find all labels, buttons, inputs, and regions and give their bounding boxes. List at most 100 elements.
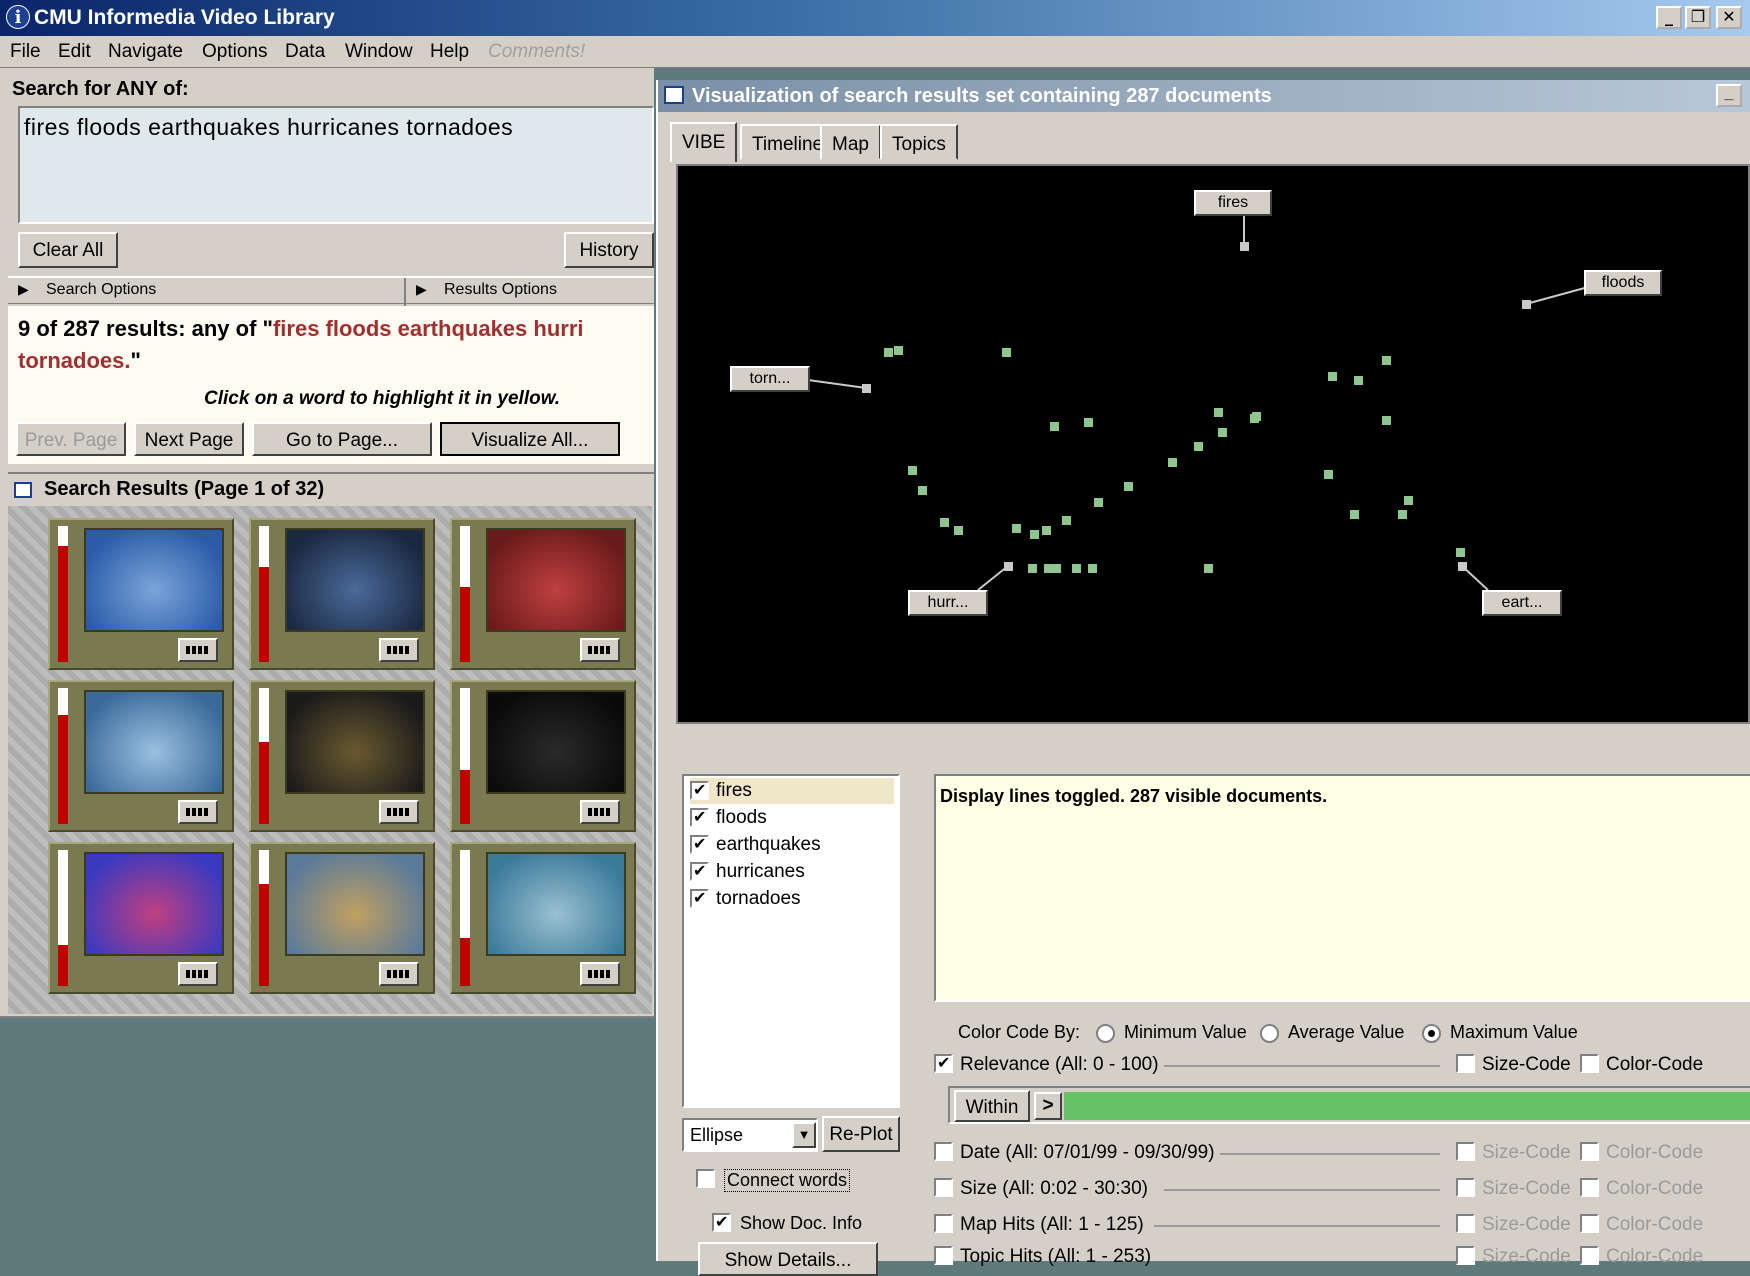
show-details-button[interactable]: Show Details... [698,1242,878,1276]
video-keyframe[interactable] [486,852,626,956]
document-point[interactable] [954,526,963,535]
document-point[interactable] [1002,348,1011,357]
result-thumbnail[interactable] [249,680,435,832]
document-point[interactable] [1052,564,1061,573]
clear-all-button[interactable]: Clear All [18,232,118,268]
relevance-color-code-checkbox[interactable] [1580,1054,1599,1073]
document-point[interactable] [894,346,903,355]
menu-options[interactable]: Options [202,41,267,63]
term-checkbox[interactable] [690,780,709,800]
document-point[interactable] [1204,564,1213,573]
filmstrip-icon[interactable] [178,962,218,986]
connect-words-checkbox[interactable] [696,1169,715,1188]
term-checkbox[interactable] [690,807,709,827]
result-thumbnail[interactable] [249,842,435,994]
term-checkbox[interactable] [690,861,709,881]
video-keyframe[interactable] [84,690,224,794]
term-row-hurricanes[interactable]: hurricanes [690,859,894,885]
term-row-fires[interactable]: fires [690,778,894,804]
map-hits-checkbox[interactable] [934,1214,953,1233]
node-hurricanes[interactable]: hurr... [908,590,988,616]
history-button[interactable]: History [564,232,654,268]
minimize-icon[interactable]: _ [1716,84,1742,107]
video-keyframe[interactable] [285,528,425,632]
menu-data[interactable]: Data [285,41,325,63]
document-point[interactable] [1050,422,1059,431]
result-thumbnail[interactable] [48,680,234,832]
within-button[interactable]: Within [954,1090,1030,1122]
replot-button[interactable]: Re-Plot [822,1116,900,1152]
document-point[interactable] [1124,482,1133,491]
node-fires[interactable]: fires [1194,190,1272,216]
document-point[interactable] [1398,510,1407,519]
relevance-range-fill[interactable] [1064,1092,1750,1120]
document-point[interactable] [1324,470,1333,479]
radio-average[interactable] [1260,1024,1279,1043]
document-point[interactable] [1168,458,1177,467]
document-point[interactable] [1028,564,1037,573]
document-point[interactable] [1030,530,1039,539]
relevance-size-code-checkbox[interactable] [1456,1054,1475,1073]
document-point[interactable] [1088,564,1097,573]
relevance-range-slider[interactable]: Within > [948,1086,1750,1124]
tab-topics[interactable]: Topics [880,124,958,160]
radio-minimum[interactable] [1096,1024,1115,1043]
term-checkbox[interactable] [690,834,709,854]
document-point[interactable] [1456,548,1465,557]
document-point[interactable] [1012,524,1021,533]
go-to-page-button[interactable]: Go to Page... [252,422,432,456]
document-point[interactable] [1382,416,1391,425]
tab-vibe[interactable]: VIBE [670,122,738,162]
results-options-toggle[interactable]: Results Options [444,281,557,299]
relevance-checkbox[interactable] [934,1053,953,1073]
video-keyframe[interactable] [486,528,626,632]
document-point[interactable] [1250,414,1259,423]
video-keyframe[interactable] [486,690,626,794]
filmstrip-icon[interactable] [178,800,218,824]
next-page-button[interactable]: Next Page [134,422,244,456]
document-point[interactable] [1218,428,1227,437]
size-checkbox[interactable] [934,1178,953,1197]
term-row-floods[interactable]: floods [690,805,894,831]
menu-help[interactable]: Help [430,41,469,63]
video-keyframe[interactable] [285,690,425,794]
filmstrip-icon[interactable] [580,800,620,824]
document-point[interactable] [1354,376,1363,385]
document-point[interactable] [1194,442,1203,451]
document-point[interactable] [1084,418,1093,427]
connect-words-row[interactable]: Connect words [696,1166,896,1194]
restore-icon[interactable]: ❐ [1685,6,1711,29]
document-point[interactable] [884,348,893,357]
document-point[interactable] [940,518,949,527]
show-doc-info-checkbox[interactable] [712,1212,731,1232]
document-point[interactable] [1328,372,1337,381]
document-point[interactable] [908,466,917,475]
filmstrip-icon[interactable] [178,638,218,662]
document-point[interactable] [1042,526,1051,535]
search-options-toggle[interactable]: Search Options [46,281,156,299]
show-doc-info-row[interactable]: Show Doc. Info [712,1210,912,1238]
node-earthquakes[interactable]: eart... [1482,590,1562,616]
filmstrip-icon[interactable] [379,638,419,662]
date-checkbox[interactable] [934,1142,953,1161]
results-summary-terms[interactable]: fires floods earthquakes hurri [273,316,584,341]
result-thumbnail[interactable] [48,842,234,994]
result-thumbnail[interactable] [450,842,636,994]
menu-navigate[interactable]: Navigate [108,41,183,63]
filmstrip-icon[interactable] [379,800,419,824]
video-keyframe[interactable] [84,852,224,956]
result-thumbnail[interactable] [450,518,636,670]
video-keyframe[interactable] [285,852,425,956]
document-point[interactable] [1094,498,1103,507]
shape-select[interactable]: Ellipse ▼ [682,1118,818,1152]
term-row-earthquakes[interactable]: earthquakes [690,832,894,858]
tab-map[interactable]: Map [820,124,881,160]
document-point[interactable] [1072,564,1081,573]
menu-file[interactable]: File [10,41,41,63]
result-thumbnail[interactable] [48,518,234,670]
document-point[interactable] [1214,408,1223,417]
document-point[interactable] [1350,510,1359,519]
result-thumbnail[interactable] [450,680,636,832]
document-point[interactable] [918,486,927,495]
filmstrip-icon[interactable] [580,962,620,986]
